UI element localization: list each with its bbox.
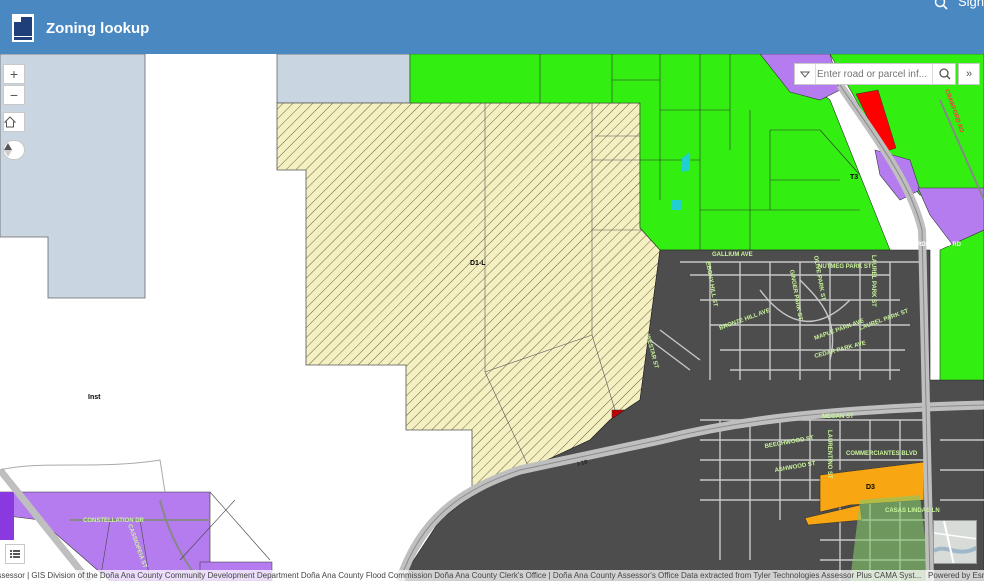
- map-view[interactable]: D1-L Inst T3 D3 GALLIUM AVE NUTMEG PARK …: [0, 54, 984, 581]
- zoning-map: D1-L Inst T3 D3 GALLIUM AVE NUTMEG PARK …: [0, 54, 984, 581]
- zone-purple-dark: [0, 492, 14, 540]
- street-label-casas: CASAS LINDAS LN: [885, 508, 940, 514]
- zone-label-t3: T3: [850, 174, 858, 181]
- county-logo-icon: [12, 14, 34, 42]
- search-source-dropdown[interactable]: [795, 64, 816, 84]
- expand-button[interactable]: »: [958, 63, 980, 85]
- compass-button[interactable]: [3, 140, 25, 160]
- legend-button[interactable]: [5, 544, 25, 564]
- basemap-thumbnail-icon: [934, 521, 976, 563]
- search-widget: [794, 63, 956, 85]
- street-label-megan: MEGAN ST: [822, 414, 854, 420]
- zone-label-d1l: D1-L: [470, 260, 486, 267]
- app-header: Zoning lookup Sign: [0, 0, 984, 54]
- search-icon[interactable]: [934, 0, 948, 10]
- powered-by-esri[interactable]: Powered by Esri: [928, 570, 984, 581]
- home-button[interactable]: [3, 112, 25, 132]
- chevron-down-icon: [799, 71, 811, 78]
- list-icon: [10, 550, 20, 558]
- search-icon: [939, 68, 951, 80]
- zone-label-d3: D3: [866, 484, 875, 491]
- street-label-nutmeg: NUTMEG PARK ST: [818, 264, 872, 270]
- zone-bluegray-north: [276, 54, 411, 104]
- street-label-laurentino: LAURENTINO ST: [826, 430, 832, 479]
- zone-cyan-2: [672, 200, 682, 210]
- zoom-out-button[interactable]: −: [3, 85, 25, 105]
- zone-label-inst: Inst: [88, 394, 101, 401]
- search-submit-button[interactable]: [932, 64, 957, 84]
- street-label-constellation: CONSTELLATION DR: [83, 518, 145, 524]
- search-input[interactable]: [817, 65, 927, 83]
- attribution-text: Assessor | GIS Division of the Doña Ana …: [0, 571, 922, 580]
- sign-in-link[interactable]: Sign: [958, 0, 984, 9]
- basemap-toggle[interactable]: [933, 520, 977, 564]
- street-label-gallium: GALLIUM AVE: [712, 252, 753, 258]
- zone-green-se: [939, 229, 984, 381]
- home-icon: [4, 116, 16, 128]
- street-label-laurel: LAUREL PARK ST: [870, 255, 876, 307]
- map-attribution: Assessor | GIS Division of the Doña Ana …: [0, 570, 984, 581]
- app-title: Zoning lookup: [46, 20, 150, 37]
- street-label-commerciantes: COMMERCIANTES BLVD: [846, 451, 918, 457]
- compass-icon: [4, 143, 12, 157]
- street-label-borderland: BORDERLAND RD: [908, 242, 962, 248]
- zoom-in-button[interactable]: +: [3, 64, 25, 84]
